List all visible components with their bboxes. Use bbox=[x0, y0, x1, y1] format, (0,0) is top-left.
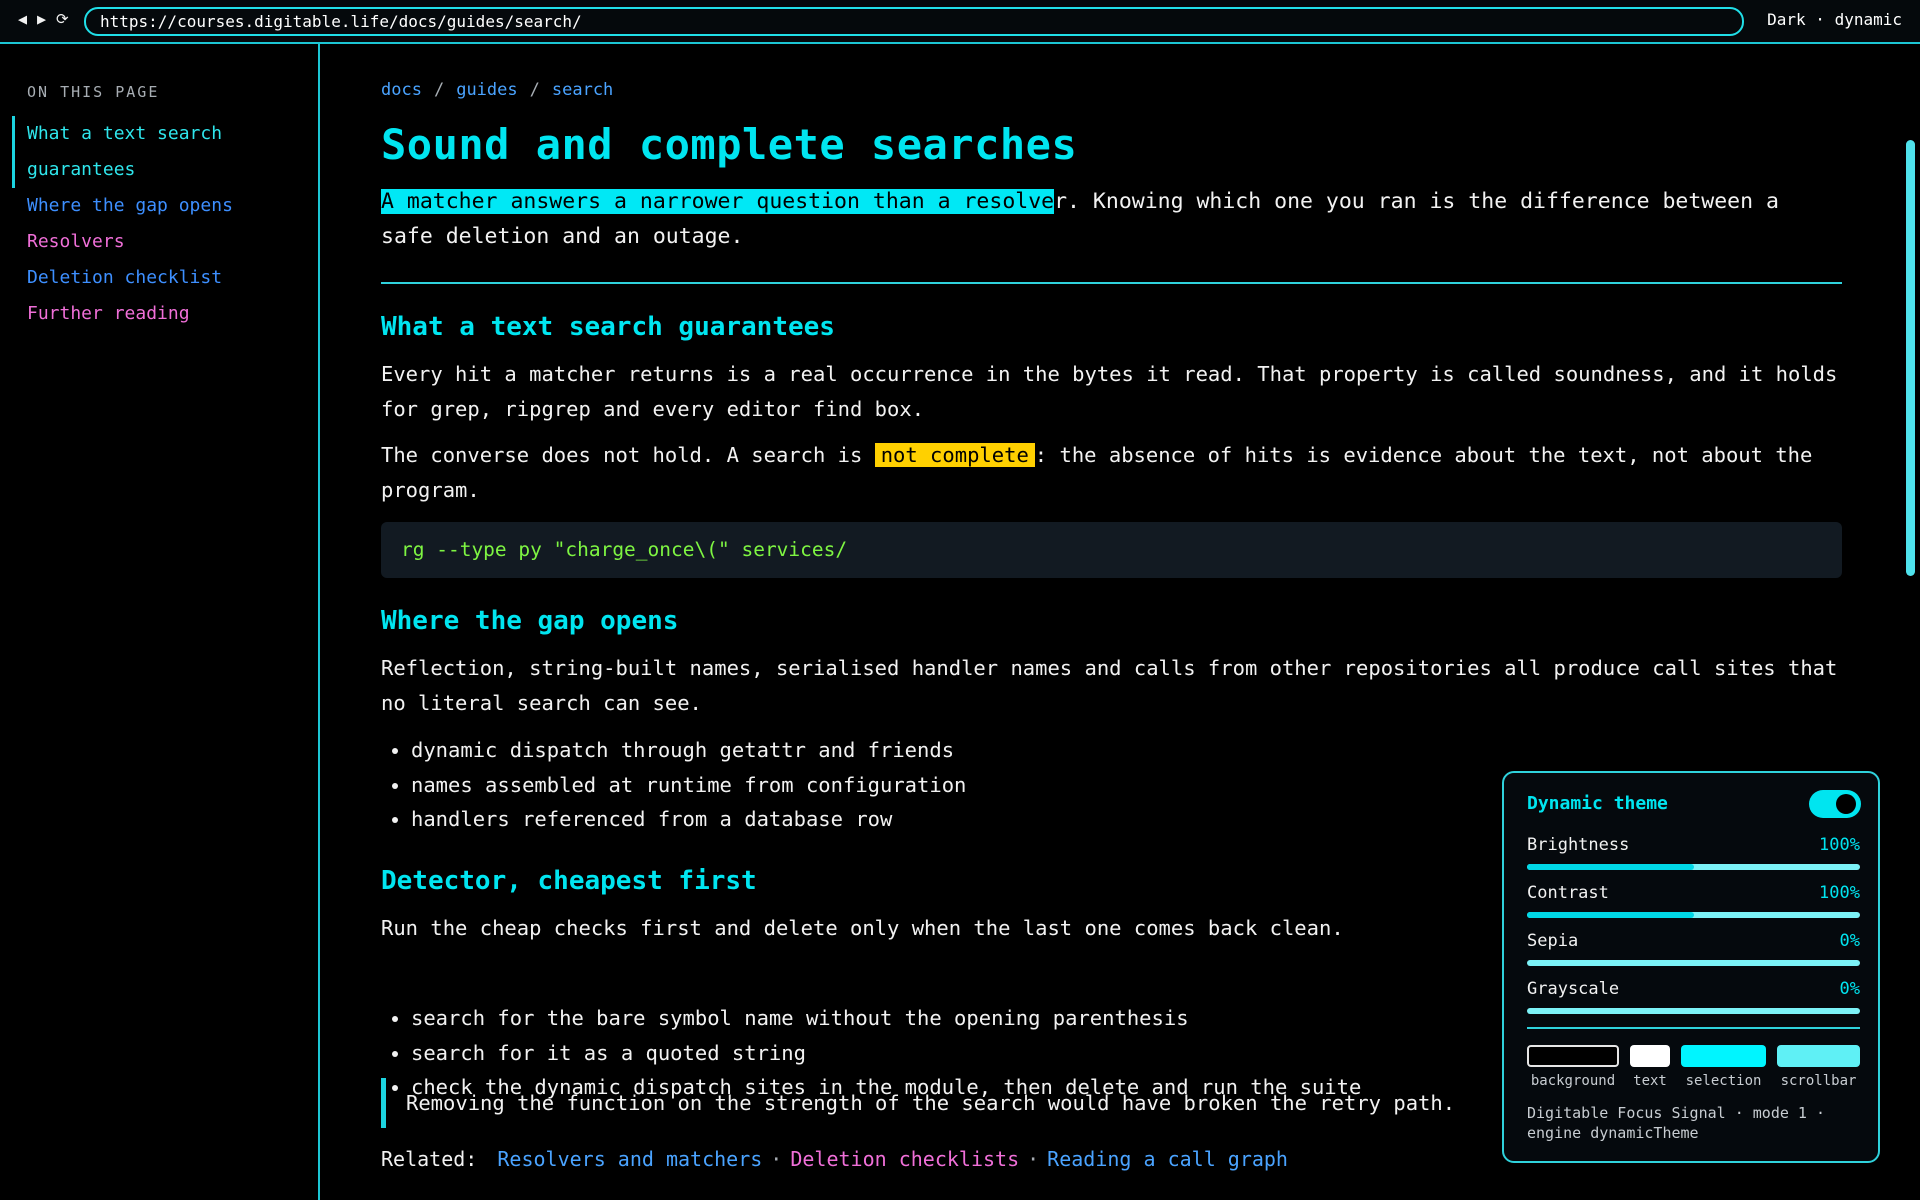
contrast-slider[interactable] bbox=[1527, 912, 1860, 918]
swatch-text[interactable] bbox=[1630, 1045, 1670, 1067]
toc-item-deletion-checklist[interactable]: Deletion checklist bbox=[12, 260, 312, 296]
dynamic-theme-toggle[interactable] bbox=[1809, 790, 1861, 818]
paragraph-text: The converse does not hold. A search is bbox=[381, 443, 875, 467]
slider-value: 0% bbox=[1839, 931, 1860, 951]
scrollbar-thumb[interactable] bbox=[1906, 140, 1915, 576]
code-block[interactable]: rg --type py "charge_once\(" services/ bbox=[381, 522, 1842, 578]
slider-contrast: Contrast 100% bbox=[1527, 883, 1860, 927]
paragraph-completeness: The converse does not hold. A search is … bbox=[381, 438, 1842, 507]
slider-label: Brightness bbox=[1527, 835, 1630, 855]
related-link-deletion[interactable]: Deletion checklists bbox=[790, 1147, 1019, 1171]
swatch-selection[interactable] bbox=[1681, 1045, 1766, 1067]
swatch-background[interactable] bbox=[1527, 1045, 1619, 1067]
panel-divider bbox=[1527, 1027, 1860, 1029]
slider-fill bbox=[1527, 912, 1694, 918]
swatch-label: background bbox=[1530, 1073, 1616, 1089]
browser-toolbar: ◀ ▶ ⟳ https://courses.digitable.life/doc… bbox=[0, 0, 1920, 44]
sepia-slider[interactable] bbox=[1527, 960, 1860, 966]
page-title: Sound and complete searches bbox=[381, 120, 1078, 169]
section-heading-detector: Detector, cheapest first bbox=[381, 866, 757, 896]
slider-value: 100% bbox=[1819, 883, 1860, 903]
brightness-slider[interactable] bbox=[1527, 864, 1860, 870]
table-of-contents: What a text search guarantees Where the … bbox=[12, 116, 312, 332]
theme-mode-label: Dark · dynamic bbox=[1767, 10, 1902, 29]
slider-label: Contrast bbox=[1527, 883, 1609, 903]
slider-label: Grayscale bbox=[1527, 979, 1620, 999]
section-heading-guarantees: What a text search guarantees bbox=[381, 312, 835, 342]
bullet-list-gap: dynamic dispatch through getattr and fri… bbox=[381, 733, 966, 837]
breadcrumb: docs / guides / search bbox=[381, 80, 613, 100]
slider-grayscale: Grayscale 0% bbox=[1527, 979, 1860, 1023]
address-bar[interactable]: https://courses.digitable.life/docs/guid… bbox=[84, 7, 1744, 36]
sidebar: ON THIS PAGE What a text search guarante… bbox=[0, 44, 320, 1200]
dynamic-theme-panel: Dynamic theme Brightness 100% Contrast 1… bbox=[1502, 771, 1880, 1163]
section-heading-gap: Where the gap opens bbox=[381, 606, 679, 636]
swatch-scrollbar[interactable] bbox=[1777, 1045, 1860, 1067]
related-label: Related: bbox=[381, 1147, 478, 1171]
toggle-knob bbox=[1836, 794, 1856, 814]
related-link-call-graph[interactable]: Reading a call graph bbox=[1047, 1147, 1288, 1171]
callout-quote: Removing the function on the strength of… bbox=[381, 1078, 1481, 1128]
slider-fill bbox=[1527, 864, 1694, 870]
forward-icon[interactable]: ▶ bbox=[37, 10, 46, 28]
separator-dot: · bbox=[1027, 1147, 1040, 1171]
swatch-label: text bbox=[1633, 1073, 1667, 1089]
toc-item-further-reading[interactable]: Further reading bbox=[12, 296, 312, 332]
swatch-label: scrollbar bbox=[1780, 1073, 1857, 1089]
selected-text: A matcher answers a narrower question th… bbox=[381, 189, 1055, 214]
slider-label: Sepia bbox=[1527, 931, 1579, 951]
list-item: search for the bare symbol name without … bbox=[411, 1001, 1361, 1036]
list-item: names assembled at runtime from configur… bbox=[411, 768, 966, 803]
breadcrumb-guides[interactable]: guides bbox=[456, 80, 517, 100]
swatch-label: selection bbox=[1685, 1073, 1762, 1089]
breadcrumb-separator: / bbox=[529, 80, 540, 100]
toc-item-where-the-gap-opens[interactable]: Where the gap opens bbox=[12, 188, 312, 224]
slider-sepia: Sepia 0% bbox=[1527, 931, 1860, 975]
divider bbox=[381, 282, 1842, 284]
breadcrumb-separator: / bbox=[433, 80, 445, 100]
paragraph-soundness: Every hit a matcher returns is a real oc… bbox=[381, 362, 1838, 421]
related-links: Related: Resolvers and matchers · Deletion… bbox=[381, 1144, 1288, 1174]
panel-footer: Digitable Focus Signal · mode 1 · engine… bbox=[1527, 1104, 1826, 1142]
slider-brightness: Brightness 100% bbox=[1527, 835, 1860, 879]
toc-item-text-search-guarantees[interactable]: What a text search guarantees bbox=[12, 116, 312, 188]
highlight-not-complete: not complete bbox=[874, 443, 1035, 467]
panel-title: Dynamic theme bbox=[1527, 793, 1668, 814]
slider-value: 100% bbox=[1819, 835, 1860, 855]
related-link-resolvers[interactable]: Resolvers and matchers bbox=[497, 1147, 762, 1171]
list-item: dynamic dispatch through getattr and fri… bbox=[411, 733, 966, 768]
list-item: search for it as a quoted string bbox=[411, 1036, 1361, 1071]
lead-paragraph: A matcher answers a narrower question th… bbox=[381, 184, 1842, 254]
toc-item-resolvers[interactable]: Resolvers bbox=[12, 224, 312, 260]
back-icon[interactable]: ◀ bbox=[18, 10, 27, 28]
grayscale-slider[interactable] bbox=[1527, 1008, 1860, 1014]
toc-heading: ON THIS PAGE bbox=[27, 83, 160, 101]
breadcrumb-docs[interactable]: docs bbox=[381, 80, 422, 100]
separator-dot: · bbox=[770, 1147, 783, 1171]
breadcrumb-search[interactable]: search bbox=[552, 80, 613, 100]
reload-icon[interactable]: ⟳ bbox=[56, 10, 69, 28]
list-item: handlers referenced from a database row bbox=[411, 802, 966, 837]
paragraph-reflection: Reflection, string-built names, serialis… bbox=[381, 656, 1838, 715]
slider-value: 0% bbox=[1839, 979, 1860, 999]
